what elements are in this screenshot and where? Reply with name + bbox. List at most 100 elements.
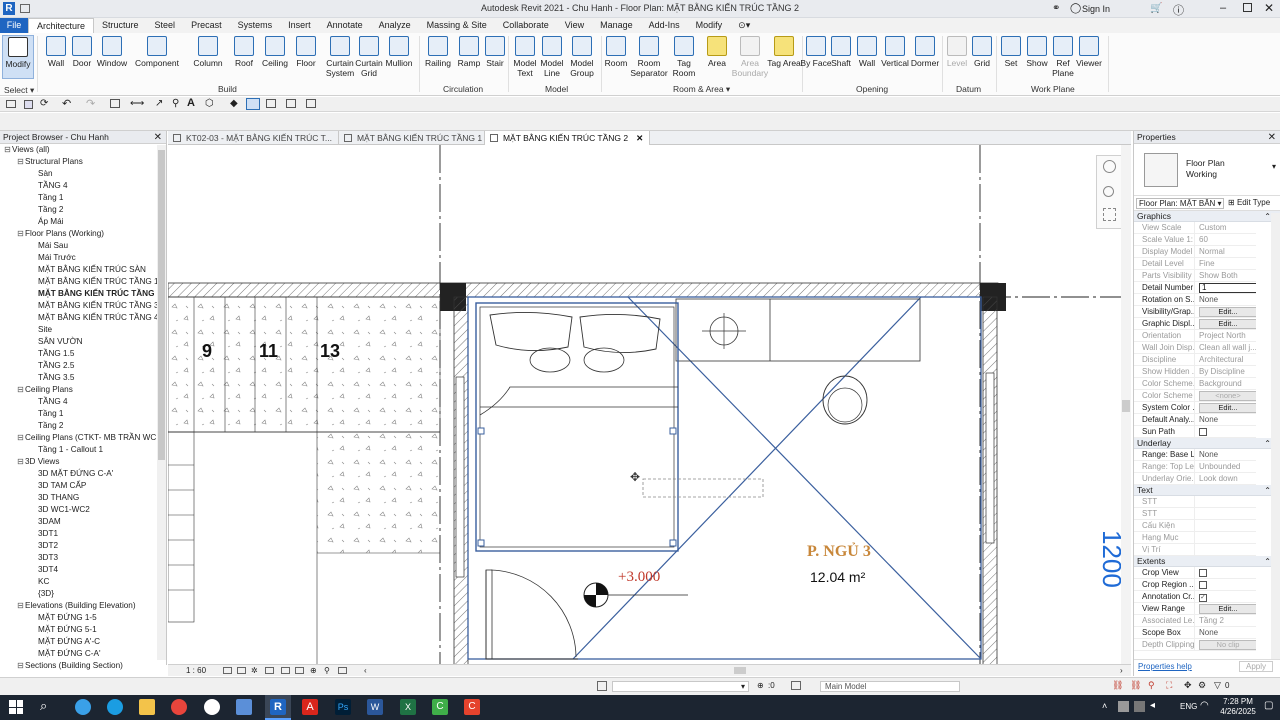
tag-icon[interactable]: ⚲ — [172, 98, 179, 109]
camtasia-icon[interactable]: C — [432, 699, 448, 715]
tree-category[interactable]: ⊟3D Views — [0, 456, 166, 468]
properties-scrollbar[interactable] — [1271, 213, 1280, 659]
tree-view-item[interactable]: Tầng 1 — [0, 192, 166, 204]
room-area-tag[interactable]: 12.04 m² — [810, 569, 866, 585]
view-instance-dropdown[interactable]: Floor Plan: MẶT BẰN ▾ — [1136, 198, 1224, 209]
room-name-tag[interactable]: P. NGỦ 3 — [807, 541, 871, 560]
project-browser-scroll-thumb[interactable] — [158, 150, 165, 460]
drag-elements-icon[interactable]: ✥ — [1184, 680, 1192, 691]
file-explorer-icon[interactable] — [139, 699, 155, 715]
view-scale[interactable]: 1 : 60 — [186, 665, 206, 676]
autocad-icon[interactable]: C — [464, 699, 480, 715]
property-edit-button[interactable]: Edit... — [1199, 307, 1256, 317]
window[interactable] — [985, 372, 995, 544]
tree-category[interactable]: ⊟Floor Plans (Working) — [0, 228, 166, 240]
photoshop-icon[interactable]: Ps — [335, 699, 351, 715]
doc-tab-tang-2[interactable]: MẶT BẰNG KIẾN TRÚC TẦNG 2 ✕ — [484, 131, 651, 145]
property-value[interactable] — [1194, 579, 1256, 591]
shadows-icon[interactable] — [265, 667, 274, 674]
tree-view-item[interactable]: Mái Sau — [0, 240, 166, 252]
tree-view-item[interactable]: Tầng 1 — [0, 408, 166, 420]
property-value[interactable]: <none> — [1194, 390, 1256, 402]
collapse-toggle-icon[interactable]: ⊟ — [3, 144, 12, 156]
measure-icon[interactable]: ⟷ — [130, 98, 144, 109]
tree-view-item[interactable]: TẦNG 2.5 — [0, 360, 166, 372]
tree-view-item[interactable]: 3DT1 — [0, 528, 166, 540]
save-icon[interactable] — [24, 100, 33, 109]
tree-view-item[interactable]: TẦNG 1.5 — [0, 348, 166, 360]
property-checkbox[interactable] — [1199, 581, 1207, 589]
undo-icon[interactable]: ↶ — [62, 97, 71, 110]
modify-button[interactable]: Modify — [2, 35, 34, 79]
collapse-toggle-icon[interactable]: ⊟ — [16, 228, 25, 240]
user-icon[interactable]: ◯ — [1070, 3, 1081, 14]
sketch-app-icon[interactable] — [236, 699, 252, 715]
property-value[interactable] — [1194, 567, 1256, 579]
property-value[interactable]: Edit... — [1194, 402, 1256, 414]
tree-view-item[interactable]: MẶT ĐỨNG A'-C — [0, 636, 166, 648]
chrome-icon[interactable] — [171, 699, 187, 715]
design-options-icon[interactable] — [791, 681, 801, 690]
property-value[interactable]: None — [1194, 627, 1256, 639]
property-value[interactable]: No clip — [1194, 639, 1256, 651]
editable-only-icon[interactable]: ⊕ — [757, 681, 764, 690]
group-select[interactable]: Select ▾ — [4, 85, 34, 96]
tab-precast[interactable]: Precast — [183, 18, 230, 33]
sync-icon[interactable]: ⟳ — [40, 98, 48, 109]
model-group-tool[interactable]: Model Group — [564, 35, 600, 78]
detail-level-icon[interactable] — [223, 667, 232, 674]
tab-collaborate[interactable]: Collaborate — [495, 18, 557, 33]
tab-massing-site[interactable]: Massing & Site — [419, 18, 495, 33]
property-value[interactable]: None — [1194, 294, 1256, 306]
close-tab-icon[interactable]: ✕ — [636, 133, 643, 143]
tree-view-item[interactable]: MẶT BẰNG KIẾN TRÚC TẦNG 2 — [0, 288, 166, 300]
tree-view-item[interactable]: TẦNG 4 — [0, 180, 166, 192]
collapse-toggle-icon[interactable]: ⊟ — [16, 456, 25, 468]
group-room-area[interactable]: Room & Area ▾ — [673, 84, 730, 95]
tree-view-item[interactable]: Sàn — [0, 168, 166, 180]
doc-tab-kt02-03[interactable]: KT02-03 - MẶT BẰNG KIẾN TRÚC T... — [168, 131, 339, 145]
property-value[interactable]: Edit... — [1194, 306, 1256, 318]
tree-category[interactable]: ⊟Ceiling Plans (CTKT- MB TRẦN WC — [0, 432, 166, 444]
top-wall[interactable] — [168, 282, 999, 298]
property-edit-button[interactable]: <none> — [1199, 391, 1256, 401]
area-tool[interactable]: Area — [699, 35, 735, 68]
property-group-header[interactable]: Extents ⌃ — [1134, 556, 1280, 567]
tab-structure[interactable]: Structure — [94, 18, 147, 33]
stair-area[interactable] — [168, 296, 441, 433]
switch-windows-icon[interactable] — [286, 99, 296, 108]
desk[interactable] — [675, 298, 921, 362]
chair[interactable] — [822, 375, 868, 425]
tree-view-item[interactable]: 3DT4 — [0, 564, 166, 576]
filter-icon[interactable]: ▽ — [1214, 680, 1221, 691]
collapse-toggle-icon[interactable]: ⊟ — [16, 156, 25, 168]
tag-area-tool[interactable]: Tag Area — [766, 35, 802, 68]
collapse-toggle-icon[interactable]: ⊟ — [16, 384, 25, 396]
property-checkbox[interactable] — [1199, 569, 1207, 577]
tab-file[interactable]: File — [0, 18, 28, 33]
collapse-chevron-icon[interactable]: ⌃ — [1264, 485, 1271, 496]
revit-icon[interactable]: R — [270, 699, 286, 715]
tree-view-item[interactable]: MẶT BẰNG KIẾN TRÚC SÀN — [0, 264, 166, 276]
tab-systems[interactable]: Systems — [230, 18, 281, 33]
component-tool[interactable]: Component — [134, 35, 180, 68]
word-icon[interactable]: W — [367, 699, 383, 715]
copilot-icon[interactable] — [75, 699, 91, 715]
tree-category[interactable]: ⊟Structural Plans — [0, 156, 166, 168]
tab-add-ins[interactable]: Add-Ins — [641, 18, 688, 33]
open-icon[interactable] — [6, 100, 16, 108]
canvas-scroll-thumb[interactable] — [1122, 400, 1130, 412]
select-by-face-icon[interactable]: ⛶ — [1166, 680, 1172, 691]
clock-date[interactable]: 4/26/2025 — [1218, 707, 1258, 716]
tree-view-item[interactable]: TẦNG 4 — [0, 396, 166, 408]
text-icon[interactable]: A — [187, 97, 195, 109]
collapse-toggle-icon[interactable]: ⊟ — [16, 432, 25, 444]
property-checkbox[interactable]: ✓ — [1199, 594, 1207, 602]
chevron-down-icon[interactable]: ▾ — [1272, 162, 1276, 171]
tree-view-item[interactable]: MẶT ĐỨNG 1-5 — [0, 612, 166, 624]
tree-view-item[interactable]: MẶT ĐỨNG 5-1 — [0, 624, 166, 636]
tree-view-item[interactable]: 3D WC1-WC2 — [0, 504, 166, 516]
zoom-icon[interactable] — [1103, 186, 1114, 197]
design-option-dropdown[interactable]: Main Model — [820, 681, 960, 692]
reveal-hidden-icon[interactable] — [338, 667, 347, 674]
